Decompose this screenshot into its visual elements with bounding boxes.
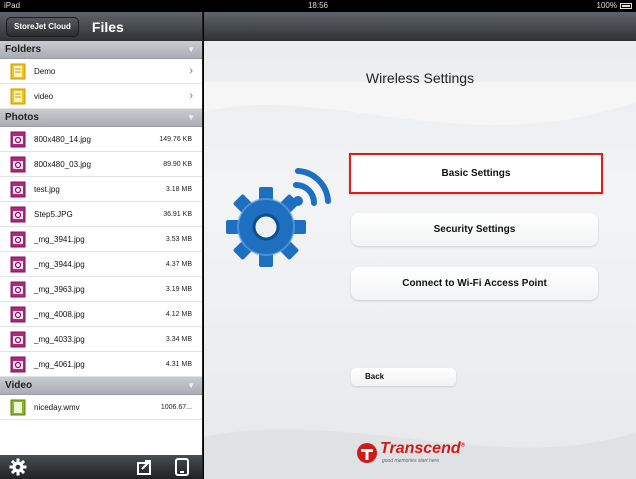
gear-icon[interactable] [9, 458, 27, 476]
page-title: Wireless Settings [365, 70, 475, 86]
chevron-down-icon: ▼ [187, 45, 195, 54]
section-header-photos[interactable]: Photos ▼ [0, 109, 202, 127]
status-bar: iPad 18:56 100% [0, 0, 636, 12]
photo-item[interactable]: 800x480_03.jpg 89.90 KB [0, 152, 202, 177]
chevron-down-icon: ▼ [187, 113, 195, 122]
photo-item[interactable]: Step5.JPG 36.91 KB [0, 202, 202, 227]
storejet-cloud-button[interactable]: StoreJet Cloud [6, 16, 79, 37]
video-item[interactable]: niceday.wmv 1006.67... [0, 395, 202, 420]
brand-tagline: good memories start here [382, 458, 439, 464]
photo-list: 800x480_14.jpg 149.76 KB 800x480_03.jpg 89.… [0, 127, 202, 377]
connect-wifi-button[interactable]: Connect to Wi-Fi Access Point [351, 267, 598, 300]
file-name: 800x480_03.jpg [34, 159, 91, 169]
file-name: _mg_4008.jpg [34, 309, 85, 319]
chevron-right-icon: › [189, 65, 193, 77]
section-title: Photos [5, 112, 39, 123]
file-browser-navbar: StoreJet Cloud Files [0, 12, 202, 41]
brand-name: Transcend® [380, 440, 466, 457]
security-settings-button[interactable]: Security Settings [351, 213, 598, 246]
section-header-folders[interactable]: Folders ▼ [0, 41, 202, 59]
settings-panel: Wireless Settings Basic Settings Securit… [204, 12, 636, 479]
file-size: 3.53 MB [165, 235, 192, 243]
file-name: _mg_4061.jpg [34, 359, 85, 369]
photo-file-icon [10, 281, 26, 297]
file-size: 4.12 MB [165, 310, 192, 318]
photo-file-icon [10, 331, 26, 347]
file-name: _mg_3941.jpg [34, 234, 85, 244]
wireless-gear-icon [226, 168, 331, 267]
settings-navbar [204, 12, 636, 41]
battery-indicator: 100% [597, 0, 632, 12]
file-name: Step5.JPG [34, 209, 73, 219]
battery-icon [620, 3, 632, 9]
photo-file-icon [10, 356, 26, 372]
file-name: niceday.wmv [34, 402, 80, 412]
file-name: _mg_3944.jpg [34, 259, 85, 269]
files-title: Files [91, 18, 124, 35]
file-size: 36.91 KB [163, 210, 192, 218]
chevron-right-icon: › [189, 90, 193, 102]
device-icon[interactable] [173, 458, 191, 476]
file-size: 3.18 MB [165, 185, 192, 193]
file-browser-panel: StoreJet Cloud Files Folders ▼ Demo › vi… [0, 12, 203, 479]
video-file-icon [10, 399, 26, 415]
photo-file-icon [10, 156, 26, 172]
photo-item[interactable]: test.jpg 3.18 MB [0, 177, 202, 202]
photo-file-icon [10, 206, 26, 222]
photo-file-icon [10, 181, 26, 197]
photo-file-icon [10, 231, 26, 247]
photo-item[interactable]: _mg_3963.jpg 3.19 MB [0, 277, 202, 302]
photo-item[interactable]: _mg_4008.jpg 4.12 MB [0, 302, 202, 327]
folder-item[interactable]: Demo › [0, 59, 202, 84]
clock: 18:56 [307, 1, 329, 10]
folder-icon [10, 88, 26, 104]
photo-file-icon [10, 256, 26, 272]
upload-icon[interactable] [136, 458, 154, 476]
photo-file-icon [10, 306, 26, 322]
file-size: 89.90 KB [163, 160, 192, 168]
section-header-video[interactable]: Video ▼ [0, 377, 202, 395]
bottom-toolbar [0, 455, 202, 479]
battery-percent: 100% [596, 1, 617, 10]
photo-item[interactable]: _mg_4061.jpg 4.31 MB [0, 352, 202, 377]
file-name: _mg_4033.jpg [34, 334, 85, 344]
file-size: 1006.67... [160, 403, 192, 411]
file-name: 800x480_14.jpg [34, 134, 91, 144]
transcend-logo: Transcend® good memories start here [352, 440, 492, 470]
file-name: _mg_3963.jpg [34, 284, 85, 294]
folder-icon [10, 63, 26, 79]
photo-item[interactable]: _mg_3941.jpg 3.53 MB [0, 227, 202, 252]
photo-item[interactable]: _mg_4033.jpg 3.34 MB [0, 327, 202, 352]
photo-item[interactable]: _mg_3944.jpg 4.37 MB [0, 252, 202, 277]
file-size: 4.37 MB [165, 260, 192, 268]
file-size: 4.31 MB [165, 360, 192, 368]
transcend-logo-icon [357, 443, 377, 463]
back-button[interactable]: Back [351, 368, 456, 386]
chevron-down-icon: ▼ [187, 381, 195, 390]
file-name: test.jpg [34, 184, 60, 194]
file-size: 3.34 MB [165, 335, 192, 343]
folder-name: Demo [34, 66, 56, 76]
section-title: Folders [5, 44, 42, 55]
basic-settings-button[interactable]: Basic Settings [349, 153, 603, 194]
photo-item[interactable]: 800x480_14.jpg 149.76 KB [0, 127, 202, 152]
folder-item[interactable]: video › [0, 84, 202, 109]
file-size: 3.19 MB [165, 285, 192, 293]
folder-name: video [34, 91, 54, 101]
section-title: Video [5, 380, 33, 391]
file-size: 149.76 KB [159, 135, 192, 143]
photo-file-icon [10, 131, 26, 147]
